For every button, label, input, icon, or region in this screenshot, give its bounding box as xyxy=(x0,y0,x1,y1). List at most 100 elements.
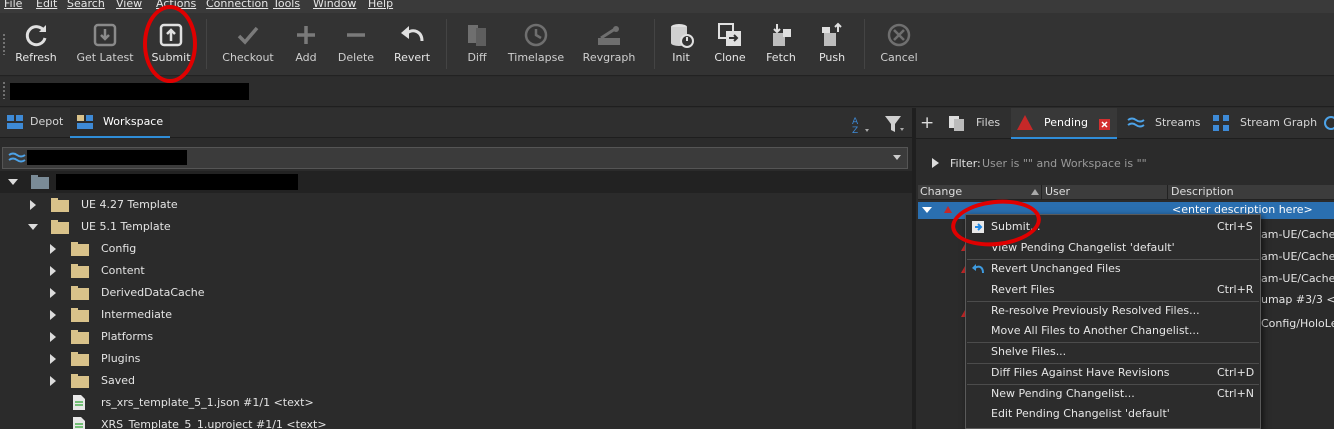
tab-pending[interactable]: Pending xyxy=(1011,108,1117,139)
expand-icon[interactable] xyxy=(50,288,56,298)
sort-icon[interactable]: AZ xyxy=(850,115,870,135)
expand-icon[interactable] xyxy=(50,310,56,320)
collapse-icon[interactable] xyxy=(922,207,932,213)
tree-folder[interactable]: Platforms xyxy=(0,326,912,348)
tab-depot[interactable]: Depot xyxy=(0,108,68,138)
diff-button[interactable]: Diff xyxy=(457,13,497,76)
checkout-button[interactable]: Checkout xyxy=(220,13,276,76)
menu-item-view-pending[interactable]: View Pending Changelist 'default' xyxy=(966,238,1260,258)
menu-item-move-files[interactable]: Move All Files to Another Changelist... xyxy=(966,321,1260,341)
menu-connection[interactable]: Connection xyxy=(206,0,268,10)
left-tab-bar: Depot Workspace AZ xyxy=(0,108,912,138)
pending-icon xyxy=(1017,115,1033,130)
push-label: Push xyxy=(818,51,846,64)
refresh-button[interactable]: Refresh xyxy=(8,13,64,76)
expand-icon[interactable] xyxy=(30,200,36,210)
init-button[interactable]: Init xyxy=(663,13,699,76)
tab-workspace[interactable]: Workspace xyxy=(70,108,170,138)
menu-item-new-pending[interactable]: New Pending Changelist... Ctrl+N xyxy=(966,384,1260,404)
tree-item[interactable]: UE 4.27 Template xyxy=(0,194,912,216)
folder-icon xyxy=(71,264,89,278)
delete-label: Delete xyxy=(337,51,375,64)
column-user[interactable]: User xyxy=(1045,185,1070,198)
expand-icon[interactable] xyxy=(50,266,56,276)
tree-folder[interactable]: Saved xyxy=(0,370,912,392)
cancel-button[interactable]: Cancel xyxy=(876,13,922,76)
submit-button[interactable]: Submit xyxy=(146,13,196,76)
add-tab-button[interactable]: + xyxy=(920,108,934,139)
stream-graph-icon xyxy=(1213,115,1229,131)
filter-row[interactable]: Filter: User is "" and Workspace is "" xyxy=(916,153,1334,175)
tab-files[interactable]: Files xyxy=(942,108,1008,139)
tree-file[interactable]: XRS_Template_5_1.uproject #1/1 <text> xyxy=(0,414,912,429)
menu-item-shelve[interactable]: Shelve Files... xyxy=(966,342,1260,362)
timelapse-button[interactable]: Timelapse xyxy=(505,13,567,76)
menu-view[interactable]: View xyxy=(116,0,142,10)
get-latest-button[interactable]: Get Latest xyxy=(72,13,138,76)
streams-icon xyxy=(1127,117,1145,128)
filter-icon[interactable] xyxy=(884,114,906,134)
expand-icon[interactable] xyxy=(50,376,56,386)
tree-folder[interactable]: Plugins xyxy=(0,348,912,370)
cancel-label: Cancel xyxy=(880,51,918,64)
menu-item-revert-files[interactable]: Revert Files Ctrl+R xyxy=(966,280,1260,300)
tab-streams[interactable]: Streams xyxy=(1121,108,1207,139)
expand-icon[interactable] xyxy=(50,332,56,342)
menu-item-submit[interactable]: Submit... Ctrl+S xyxy=(966,217,1260,237)
menu-file[interactable]: File xyxy=(4,0,22,10)
tab-stream-graph[interactable]: Stream Graph xyxy=(1207,108,1319,139)
menu-tools[interactable]: Tools xyxy=(273,0,300,10)
collapse-icon[interactable] xyxy=(28,224,38,230)
menu-item-revert-unchanged[interactable]: Revert Unchanged Files xyxy=(966,259,1260,279)
menu-help[interactable]: Help xyxy=(368,0,393,10)
revert-label: Revert xyxy=(393,51,431,64)
expand-icon[interactable] xyxy=(50,244,56,254)
revgraph-icon xyxy=(598,26,620,45)
clock-tab-icon[interactable] xyxy=(1324,116,1334,130)
menu-item-label: Submit... xyxy=(991,220,1041,233)
minus-icon xyxy=(347,33,365,37)
menu-item-diff[interactable]: Diff Files Against Have Revisions Ctrl+D xyxy=(966,363,1260,383)
close-tab-icon[interactable] xyxy=(1099,119,1110,130)
tree-item[interactable]: UE 5.1 Template xyxy=(0,216,912,238)
add-button[interactable]: Add xyxy=(286,13,326,76)
connection-bar-grip[interactable] xyxy=(2,81,6,99)
clone-button[interactable]: Clone xyxy=(709,13,751,76)
toolbar-separator xyxy=(654,19,655,69)
column-change[interactable]: Change xyxy=(920,185,962,198)
filter-expand-icon[interactable] xyxy=(932,158,939,168)
tree-root[interactable] xyxy=(0,171,912,193)
file-description: am-UE/Cache/G xyxy=(1261,272,1334,285)
revert-button[interactable]: Revert xyxy=(389,13,435,76)
delete-button[interactable]: Delete xyxy=(334,13,378,76)
menu-edit[interactable]: Edit xyxy=(36,0,57,10)
revgraph-button[interactable]: Revgraph xyxy=(577,13,641,76)
fetch-label: Fetch xyxy=(766,51,796,64)
menu-item-label: Revert Unchanged Files xyxy=(991,262,1121,275)
menu-item-shortcut: Ctrl+S xyxy=(1217,220,1253,233)
menu-item-edit-pending[interactable]: Edit Pending Changelist 'default' xyxy=(966,404,1260,424)
tree-folder[interactable]: Config xyxy=(0,238,912,260)
menu-search[interactable]: Search xyxy=(67,0,105,10)
tree-folder[interactable]: Intermediate xyxy=(0,304,912,326)
connection-bar xyxy=(0,77,1334,107)
menu-item-re-resolve[interactable]: Re-resolve Previously Resolved Files... xyxy=(966,301,1260,321)
folder-icon xyxy=(71,352,89,366)
menu-item-label: Shelve Files... xyxy=(991,345,1067,358)
column-separator[interactable] xyxy=(1167,185,1168,200)
toolbar-grip[interactable] xyxy=(2,33,6,55)
tree-folder-label: Content xyxy=(101,264,145,277)
expand-icon[interactable] xyxy=(8,179,18,185)
menu-window[interactable]: Window xyxy=(313,0,356,10)
tree-folder[interactable]: Content xyxy=(0,260,912,282)
fetch-button[interactable]: Fetch xyxy=(761,13,801,76)
column-separator[interactable] xyxy=(1041,185,1042,200)
expand-icon[interactable] xyxy=(50,354,56,364)
right-tab-bar: + Files Pending Streams Stream Graph xyxy=(916,108,1334,139)
menu-actions[interactable]: Actions xyxy=(156,0,196,10)
tree-file[interactable]: rs_xrs_template_5_1.json #1/1 <text> xyxy=(0,392,912,414)
column-description[interactable]: Description xyxy=(1171,185,1234,198)
push-button[interactable]: Push xyxy=(813,13,851,76)
workspace-selector[interactable] xyxy=(2,147,908,169)
tree-folder[interactable]: DerivedDataCache xyxy=(0,282,912,304)
